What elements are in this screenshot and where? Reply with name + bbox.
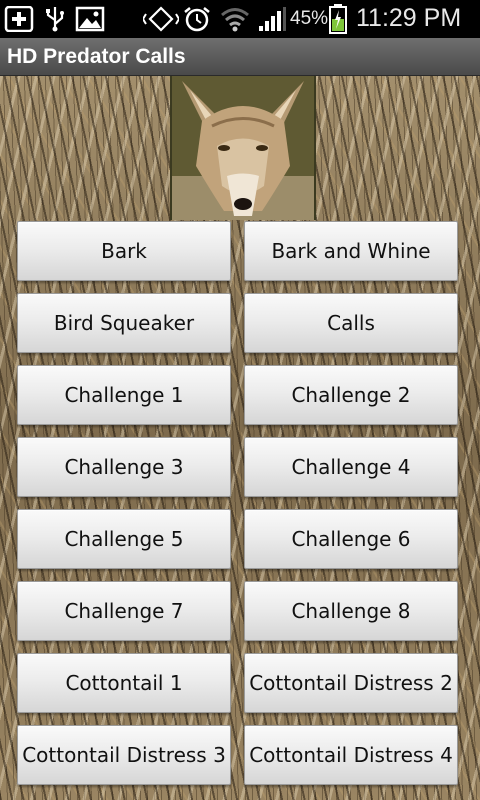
battery-icon	[329, 4, 347, 34]
call-button-challenge-2[interactable]: Challenge 2	[244, 365, 458, 425]
clock: 11:29 PM	[356, 4, 462, 32]
wifi-icon	[221, 8, 249, 32]
call-button-bark[interactable]: Bark	[17, 221, 231, 281]
signal-icon	[259, 7, 286, 31]
app-title: HD Predator Calls	[7, 45, 186, 68]
title-bar: HD Predator Calls	[0, 38, 480, 76]
call-button-challenge-7[interactable]: Challenge 7	[17, 581, 231, 641]
call-button-cottontail-distress-4[interactable]: Cottontail Distress 4	[244, 725, 458, 785]
alarm-icon	[184, 7, 210, 32]
call-button-challenge-6[interactable]: Challenge 6	[244, 509, 458, 569]
call-button-challenge-3[interactable]: Challenge 3	[17, 437, 231, 497]
call-button-cottontail-distress-2[interactable]: Cottontail Distress 2	[244, 653, 458, 713]
picture-icon	[75, 6, 105, 32]
call-button-cottontail-distress-3[interactable]: Cottontail Distress 3	[17, 725, 231, 785]
call-button-challenge-8[interactable]: Challenge 8	[244, 581, 458, 641]
usb-icon	[46, 7, 64, 32]
battery-percent: 45%	[290, 8, 329, 29]
call-button-bark-and-whine[interactable]: Bark and Whine	[244, 221, 458, 281]
call-button-challenge-1[interactable]: Challenge 1	[17, 365, 231, 425]
call-button-bird-squeaker[interactable]: Bird Squeaker	[17, 293, 231, 353]
call-button-calls[interactable]: Calls	[244, 293, 458, 353]
status-bar: 45% 11:29 PM	[0, 0, 480, 38]
call-button-challenge-5[interactable]: Challenge 5	[17, 509, 231, 569]
add-icon	[4, 6, 34, 32]
call-button-challenge-4[interactable]: Challenge 4	[244, 437, 458, 497]
coyote-photo	[172, 76, 314, 220]
vibrate-icon	[143, 6, 179, 32]
coyote-image	[170, 76, 316, 220]
call-button-cottontail-1[interactable]: Cottontail 1	[17, 653, 231, 713]
